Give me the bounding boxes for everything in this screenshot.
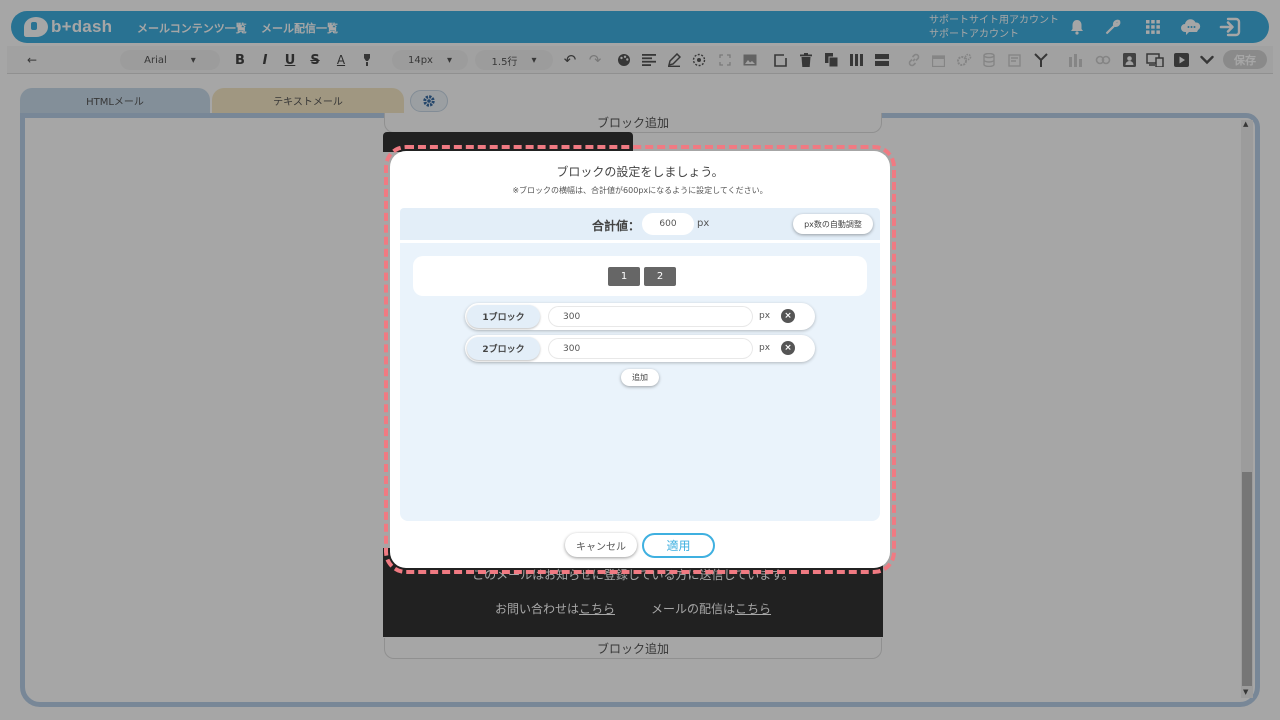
block-width-unit: px (759, 343, 771, 353)
total-value-field[interactable]: 600 (642, 213, 694, 235)
block-config-area: 1 2 1ブロック 300 px × 2ブロック 300 px × 追加 (400, 243, 880, 521)
block-row: 2ブロック 300 px × (465, 335, 815, 362)
apply-button[interactable]: 適用 (642, 533, 715, 558)
block-row-label: 2ブロック (467, 337, 540, 360)
cancel-button[interactable]: キャンセル (565, 533, 637, 557)
add-block-row-button[interactable]: 追加 (621, 369, 659, 386)
preview-block-2[interactable]: 2 (644, 267, 676, 286)
total-width-bar: 合計値： 600 px px数の自動調整 (400, 208, 880, 240)
block-row-label: 1ブロック (467, 305, 540, 328)
preview-block-1[interactable]: 1 (608, 267, 640, 286)
block-width-input[interactable]: 300 (548, 306, 753, 327)
dialog-title: ブロックの設定をしましょう。 (556, 165, 724, 179)
block-width-unit: px (759, 311, 771, 321)
block-preview: 1 2 (413, 256, 867, 296)
total-unit: px (697, 218, 710, 229)
auto-adjust-button[interactable]: px数の自動調整 (793, 214, 873, 234)
total-label: 合計値： (592, 219, 641, 233)
dialog-note: ※ブロックの横幅は、合計値が600pxになるように設定してください。 (512, 186, 768, 195)
remove-block-close-icon[interactable]: × (781, 309, 795, 323)
remove-block-close-icon[interactable]: × (781, 341, 795, 355)
block-width-input[interactable]: 300 (548, 338, 753, 359)
block-settings-dialog: ブロックの設定をしましょう。 ※ブロックの横幅は、合計値が600pxになるように… (390, 151, 890, 568)
block-row: 1ブロック 300 px × (465, 303, 815, 330)
